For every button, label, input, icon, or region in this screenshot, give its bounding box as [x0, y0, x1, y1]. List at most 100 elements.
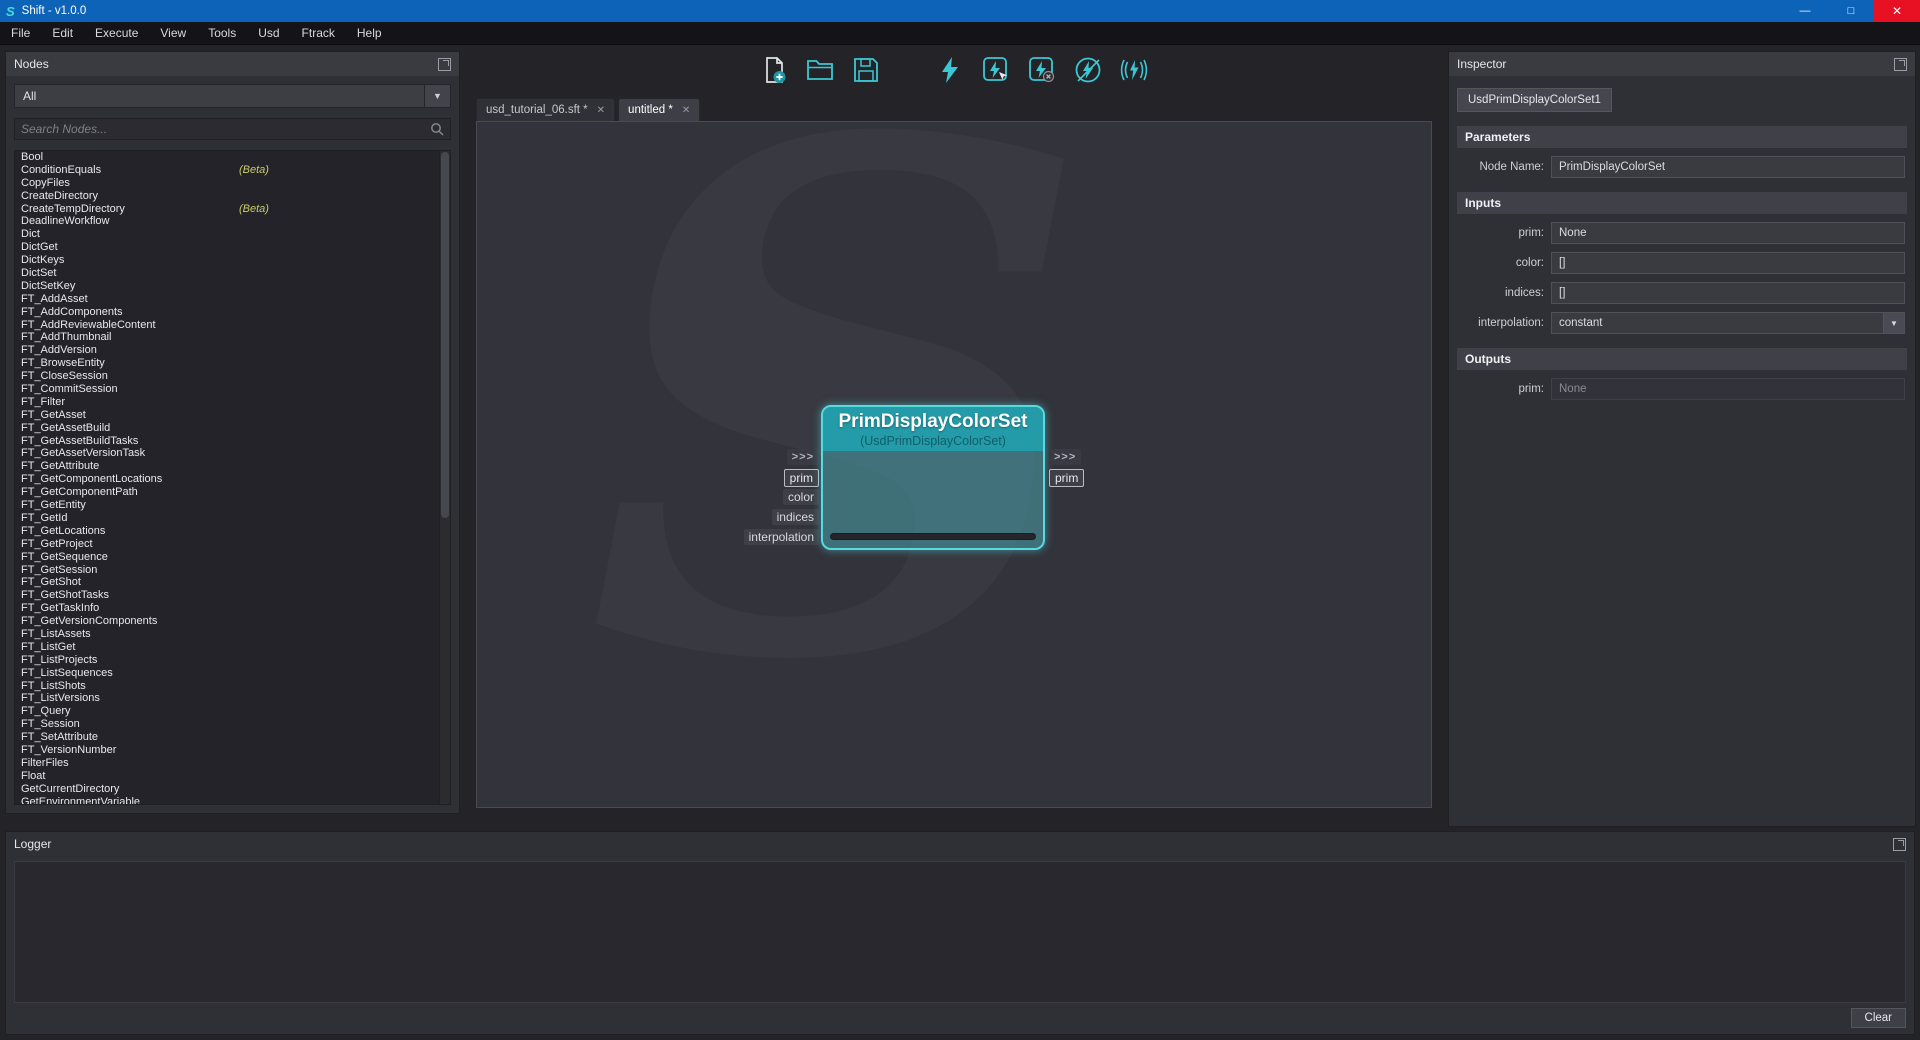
chevron-down-icon[interactable]: ▼: [1883, 313, 1904, 333]
node-list-item-ft-filter[interactable]: FT_Filter: [15, 396, 439, 409]
port-color-in[interactable]: color: [783, 489, 819, 505]
search-input[interactable]: [21, 122, 430, 136]
node-list-item-ft-getsequence[interactable]: FT_GetSequence: [15, 551, 439, 564]
node-list-item-dictset[interactable]: DictSet: [15, 267, 439, 280]
open-graph-icon[interactable]: [803, 53, 837, 87]
clear-logger-button[interactable]: Clear: [1851, 1008, 1906, 1028]
execute-graph-icon[interactable]: [933, 53, 967, 87]
node-list-item-conditionequals[interactable]: ConditionEquals(Beta): [15, 164, 439, 177]
node-list-item-ft-closesession[interactable]: FT_CloseSession: [15, 370, 439, 383]
cancel-execution-icon[interactable]: [1025, 53, 1059, 87]
chevron-down-icon[interactable]: ▼: [424, 85, 450, 107]
float-panel-icon[interactable]: [1894, 58, 1907, 71]
node-list-item-ft-gettaskinfo[interactable]: FT_GetTaskInfo: [15, 602, 439, 615]
port-prim-in[interactable]: prim: [784, 469, 819, 487]
node-list-item-ft-getid[interactable]: FT_GetId: [15, 512, 439, 525]
node-list-item-createtempdirectory[interactable]: CreateTempDirectory(Beta): [15, 203, 439, 216]
node-name-field[interactable]: PrimDisplayColorSet: [1551, 156, 1905, 178]
inspector-node-tab[interactable]: UsdPrimDisplayColorSet1: [1457, 88, 1612, 112]
new-graph-icon[interactable]: [757, 53, 791, 87]
port-interpolation-in[interactable]: interpolation: [744, 529, 819, 545]
node-list-item-ft-listprojects[interactable]: FT_ListProjects: [15, 654, 439, 667]
execute-loop-icon[interactable]: [1071, 53, 1105, 87]
node-list-item-deadlineworkflow[interactable]: DeadlineWorkflow: [15, 215, 439, 228]
execute-selected-icon[interactable]: [979, 53, 1013, 87]
node-graph-canvas[interactable]: S >>>primcolorindicesinterpolation PrimD…: [476, 121, 1432, 808]
node-list-item-ft-listassets[interactable]: FT_ListAssets: [15, 628, 439, 641]
node-list-item-float[interactable]: Float: [15, 770, 439, 783]
float-panel-icon[interactable]: [438, 58, 451, 71]
node-list-item-ft-session[interactable]: FT_Session: [15, 718, 439, 731]
minimize-button[interactable]: —: [1782, 0, 1828, 22]
node-list-item-ft-getshottasks[interactable]: FT_GetShotTasks: [15, 589, 439, 602]
node-list-item-ft-getentity[interactable]: FT_GetEntity: [15, 499, 439, 512]
node-list-item-ft-browseentity[interactable]: FT_BrowseEntity: [15, 357, 439, 370]
node-list-item-ft-addreviewablecontent[interactable]: FT_AddReviewableContent: [15, 319, 439, 332]
node-list-item-ft-getshot[interactable]: FT_GetShot: [15, 576, 439, 589]
color-input-field[interactable]: []: [1551, 252, 1905, 274]
interpolation-input-field[interactable]: constant▼: [1551, 312, 1905, 334]
node-list-item-ft-listversions[interactable]: FT_ListVersions: [15, 692, 439, 705]
node-list-item-ft-addasset[interactable]: FT_AddAsset: [15, 293, 439, 306]
save-graph-icon[interactable]: [849, 53, 883, 87]
node-list-item-ft-getassetversiontask[interactable]: FT_GetAssetVersionTask: [15, 447, 439, 460]
node-list-item-ft-getproject[interactable]: FT_GetProject: [15, 538, 439, 551]
prim-input-field[interactable]: None: [1551, 222, 1905, 244]
node-list-item-ft-addthumbnail[interactable]: FT_AddThumbnail: [15, 331, 439, 344]
node-list-item-bool[interactable]: Bool: [15, 151, 439, 164]
node-list-item-ft-query[interactable]: FT_Query: [15, 705, 439, 718]
port-flow-out[interactable]: >>>: [1049, 449, 1081, 465]
node-list-item-ft-getsession[interactable]: FT_GetSession: [15, 564, 439, 577]
close-button[interactable]: ✕: [1874, 0, 1920, 22]
node-list-item-ft-listget[interactable]: FT_ListGet: [15, 641, 439, 654]
node-body[interactable]: PrimDisplayColorSet (UsdPrimDisplayColor…: [821, 405, 1045, 550]
node-list-item-getenvironmentvariable[interactable]: GetEnvironmentVariable: [15, 796, 439, 805]
menu-edit[interactable]: Edit: [41, 23, 84, 43]
tab-close-icon[interactable]: ✕: [682, 105, 690, 116]
maximize-button[interactable]: □: [1828, 0, 1874, 22]
node-list-item-ft-getcomponentpath[interactable]: FT_GetComponentPath: [15, 486, 439, 499]
node-list-item-dictget[interactable]: DictGet: [15, 241, 439, 254]
node-list-item-ft-getcomponentlocations[interactable]: FT_GetComponentLocations: [15, 473, 439, 486]
scrollbar-thumb[interactable]: [441, 152, 449, 518]
node-list-item-createdirectory[interactable]: CreateDirectory: [15, 190, 439, 203]
logger-output[interactable]: [14, 861, 1906, 1003]
node-list-item-ft-listshots[interactable]: FT_ListShots: [15, 680, 439, 693]
node-list-item-dictsetkey[interactable]: DictSetKey: [15, 280, 439, 293]
node-list-item-ft-getassetbuildtasks[interactable]: FT_GetAssetBuildTasks: [15, 435, 439, 448]
node-category-dropdown[interactable]: All ▼: [14, 84, 451, 108]
node-list-item-ft-getlocations[interactable]: FT_GetLocations: [15, 525, 439, 538]
menu-tools[interactable]: Tools: [197, 23, 247, 43]
node-list-item-ft-addcomponents[interactable]: FT_AddComponents: [15, 306, 439, 319]
port-indices-in[interactable]: indices: [772, 509, 819, 525]
tab-usd-tutorial-06-sft[interactable]: usd_tutorial_06.sft *✕: [476, 98, 615, 121]
menu-ftrack[interactable]: Ftrack: [291, 23, 346, 43]
node-list-item-ft-getversioncomponents[interactable]: FT_GetVersionComponents: [15, 615, 439, 628]
menu-view[interactable]: View: [149, 23, 197, 43]
node-list-item-ft-getattribute[interactable]: FT_GetAttribute: [15, 460, 439, 473]
float-panel-icon[interactable]: [1893, 838, 1906, 851]
node-list-item-ft-getasset[interactable]: FT_GetAsset: [15, 409, 439, 422]
menu-file[interactable]: File: [0, 23, 41, 43]
indices-input-field[interactable]: []: [1551, 282, 1905, 304]
node-list-item-ft-versionnumber[interactable]: FT_VersionNumber: [15, 744, 439, 757]
node-list-item-filterfiles[interactable]: FilterFiles: [15, 757, 439, 770]
node-list-item-ft-setattribute[interactable]: FT_SetAttribute: [15, 731, 439, 744]
menu-usd[interactable]: Usd: [247, 23, 290, 43]
graph-node-primdisplaycolorset[interactable]: >>>primcolorindicesinterpolation PrimDis…: [821, 405, 1045, 550]
live-execution-icon[interactable]: [1117, 53, 1151, 87]
node-list-item-getcurrentdirectory[interactable]: GetCurrentDirectory: [15, 783, 439, 796]
node-list-item-ft-commitsession[interactable]: FT_CommitSession: [15, 383, 439, 396]
tab-close-icon[interactable]: ✕: [597, 105, 605, 116]
node-header[interactable]: PrimDisplayColorSet (UsdPrimDisplayColor…: [823, 407, 1043, 451]
node-list-item-ft-getassetbuild[interactable]: FT_GetAssetBuild: [15, 422, 439, 435]
node-list-item-dict[interactable]: Dict: [15, 228, 439, 241]
node-list-item-dictkeys[interactable]: DictKeys: [15, 254, 439, 267]
node-list-item-copyfiles[interactable]: CopyFiles: [15, 177, 439, 190]
port-flow-in[interactable]: >>>: [787, 449, 819, 465]
menu-help[interactable]: Help: [346, 23, 393, 43]
node-list-item-ft-listsequences[interactable]: FT_ListSequences: [15, 667, 439, 680]
node-list-item-ft-addversion[interactable]: FT_AddVersion: [15, 344, 439, 357]
node-list-scrollbar[interactable]: [439, 151, 450, 804]
tab-untitled[interactable]: untitled *✕: [618, 98, 700, 121]
